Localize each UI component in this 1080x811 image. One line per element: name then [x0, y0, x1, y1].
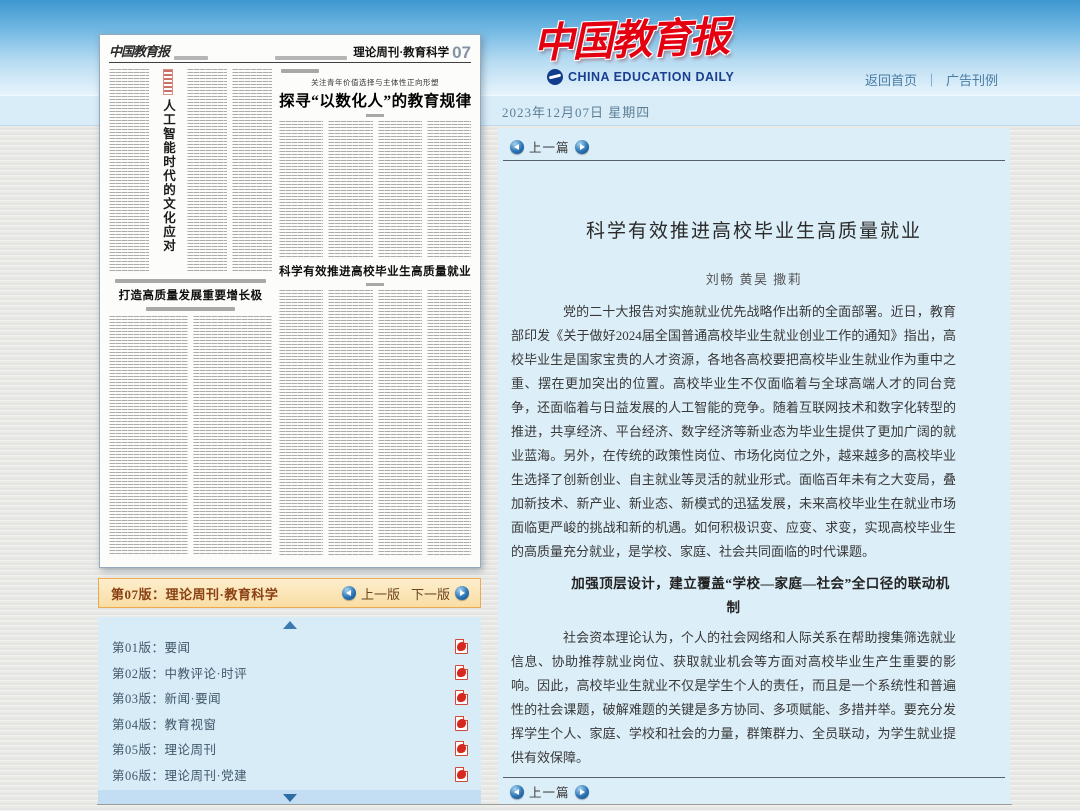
byline-bar: [366, 283, 384, 286]
pdf-icon[interactable]: [455, 639, 468, 654]
date-text: 2023年12月07日 星期四: [502, 102, 650, 121]
main-kicker: 关注青年价值选择与主体性正向形塑: [279, 77, 471, 88]
pdf-icon[interactable]: [455, 767, 468, 782]
page-list-item[interactable]: 第03版：新闻·要闻: [98, 685, 481, 711]
pdf-icon[interactable]: [455, 741, 468, 756]
prev-article-link[interactable]: 上一篇: [529, 137, 570, 156]
text-column: [279, 290, 323, 555]
masthead-info-bar: [275, 56, 347, 60]
page-list-item[interactable]: 第05版：理论周刊: [98, 736, 481, 762]
epaper-page: 2023年12月07日 星期四 中国教育报 CHINA EDUCATION DA…: [0, 0, 1080, 811]
article-body: 党的二十大报告对实施就业优先战略作出新的全面部署。近日，教育部印发《关于做好20…: [511, 300, 956, 773]
newspaper-body: 人工智能时代的文化应对 打造高质量发展重要增长极 关注青年价值选择与主体性正向形…: [109, 63, 471, 555]
left-headline: 打造高质量发展重要增长极: [109, 287, 272, 303]
divider: [503, 777, 1005, 778]
byline-bar: [146, 307, 236, 311]
prev-page-icon[interactable]: [342, 586, 356, 600]
column-label-box: [163, 69, 173, 95]
text-column: [427, 121, 471, 257]
article-subheading: 加强顶层设计，建立覆盖“学校—家庭—社会”全口径的联动机制: [511, 572, 956, 620]
article-paragraph: 党的二十大报告对实施就业优先战略作出新的全面部署。近日，教育部印发《关于做好20…: [511, 300, 956, 564]
page-list-item[interactable]: 第02版：中教评论·时评: [98, 660, 481, 686]
pdf-icon[interactable]: [455, 690, 468, 705]
text-column: [232, 69, 272, 271]
up-arrow-icon: [283, 621, 297, 629]
text-column: [109, 69, 149, 271]
newspaper-masthead: 中国教育报: [109, 41, 169, 60]
article-title: 科学有效推进高校毕业生高质量就业: [498, 216, 1010, 243]
topic-tag-bar: [281, 69, 319, 73]
prev-page-button[interactable]: 上一版: [342, 584, 400, 603]
header-links: 返回首页 ｜ 广告刊例: [865, 70, 998, 89]
logo-en-text: CHINA EDUCATION DAILY: [568, 70, 734, 84]
text-column: [328, 290, 372, 555]
footer-divider: [97, 804, 1012, 805]
text-column: [279, 121, 323, 257]
site-logo[interactable]: 中国教育报 CHINA EDUCATION DAILY: [533, 6, 763, 85]
text-column: [328, 121, 372, 257]
prev-article-icon[interactable]: [510, 785, 524, 799]
text-column: [187, 69, 227, 271]
text-column: [193, 316, 272, 555]
down-arrow-icon: [283, 794, 297, 802]
page-list-item[interactable]: 第01版：要闻: [98, 634, 481, 660]
kicker-line: [115, 279, 266, 283]
prev-article-link[interactable]: 上一篇: [529, 782, 570, 801]
divider: [503, 160, 1005, 161]
pdf-icon[interactable]: [455, 665, 468, 680]
vertical-headline: 人工智能时代的文化应对: [155, 99, 181, 253]
page-list-item[interactable]: 第04版：教育视窗: [98, 711, 481, 737]
globe-icon: [547, 69, 563, 85]
ads-link[interactable]: 广告刊例: [946, 70, 998, 89]
article-paragraph: 社会资本理论认为，个人的社会网络和人际关系在帮助搜集筛选就业信息、协助推荐就业岗…: [511, 626, 956, 770]
article-nav-top: 上一篇: [510, 137, 589, 156]
current-page-label: 第07版：理论周刊·教育科学: [99, 584, 342, 603]
article-paragraph: 社会层面，在充分发挥市场的有效配置作用基础上，通过鼓励性政策动员市场主体向高校毕…: [511, 770, 956, 773]
page-list-item[interactable]: 第06版：理论周刊·党建: [98, 762, 481, 788]
text-column: [378, 290, 422, 555]
page-list-panel: 第01版：要闻 第02版：中教评论·时评 第03版：新闻·要闻 第04版：教育视…: [98, 617, 481, 805]
text-column: [109, 316, 188, 555]
next-page-label[interactable]: 下一版: [411, 584, 450, 603]
article-authors: 刘畅 黄昊 撒莉: [498, 269, 1010, 288]
newspaper-page-number: 07: [452, 45, 471, 60]
page-list: 第01版：要闻 第02版：中教评论·时评 第03版：新闻·要闻 第04版：教育视…: [98, 632, 481, 790]
main-headline: 探寻“以数化人”的教育规律: [279, 89, 471, 111]
newspaper-page-image[interactable]: 中国教育报 理论周刊·教育科学 07 人工智能时代的文化应对 打造高: [99, 34, 481, 568]
link-divider: ｜: [925, 70, 938, 89]
home-link[interactable]: 返回首页: [865, 70, 917, 89]
next-page-icon[interactable]: [455, 586, 469, 600]
newspaper-section-title: 理论周刊·教育科学: [353, 44, 449, 60]
current-page-bar: 第07版：理论周刊·教育科学 上一版 下一版: [98, 578, 481, 608]
next-article-icon[interactable]: [575, 140, 589, 154]
text-column: [427, 290, 471, 555]
masthead-dateline: [174, 56, 208, 60]
bottom-headline: 科学有效推进高校毕业生高质量就业: [279, 263, 471, 279]
logo-cn-text: 中国教育报: [532, 3, 729, 70]
prev-article-icon[interactable]: [510, 140, 524, 154]
newspaper-masthead-row: 中国教育报 理论周刊·教育科学 07: [109, 42, 471, 63]
text-column: [378, 121, 422, 257]
pdf-icon[interactable]: [455, 716, 468, 731]
prev-page-label[interactable]: 上一版: [361, 584, 400, 603]
scroll-up-bar[interactable]: [98, 617, 481, 632]
article-nav-bottom: 上一篇: [510, 782, 589, 801]
next-article-icon[interactable]: [575, 785, 589, 799]
scroll-down-bar[interactable]: [98, 790, 481, 805]
article-panel: 上一篇 科学有效推进高校毕业生高质量就业 刘畅 黄昊 撒莉 党的二十大报告对实施…: [498, 128, 1010, 805]
byline-bar: [366, 114, 384, 117]
next-page-button[interactable]: 下一版: [411, 584, 469, 603]
